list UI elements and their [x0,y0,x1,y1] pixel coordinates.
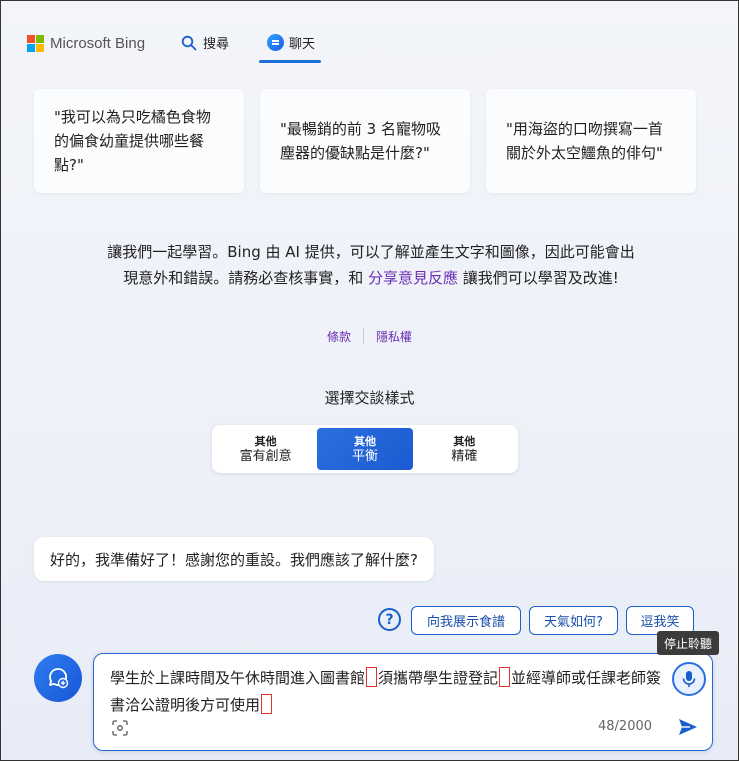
style-option-creative[interactable]: 其他 富有創意 [218,428,313,470]
style-option-small-label: 其他 [353,435,376,448]
style-option-label: 精確 [451,449,478,464]
character-counter: 48/2000 [598,719,653,734]
tab-search[interactable]: 搜尋 [181,33,229,52]
suggestion-text: "我可以為只吃橘色食物的偏食幼童提供哪些餐點?" [54,108,211,174]
input-text-segment: 學生於上課時間及午休時間進入圖書館 [110,669,366,687]
terms-link[interactable]: 條款 [315,328,363,345]
chat-input-text[interactable]: 學生於上課時間及午休時間進入圖書館 須攜帶學生證登記 並經導師或任課老師簽書洽公證明… [110,665,670,719]
brand-name: Microsoft Bing [50,35,146,52]
annotation-mark [366,667,378,687]
conversation-style-selector: 其他 富有創意 其他 平衡 其他 精確 [212,425,518,473]
style-option-small-label: 其他 [254,435,277,448]
quick-reply-button[interactable]: 向我展示食譜 [411,606,521,635]
legal-links: 條款 隱私權 [1,328,738,345]
suggestion-text: "用海盜的口吻撰寫一首關於外太空鱷魚的俳句" [506,120,663,162]
style-option-label: 富有創意 [239,449,292,464]
annotation-mark [261,694,273,714]
active-tab-indicator [259,60,321,63]
style-option-balanced[interactable]: 其他 平衡 [317,428,413,470]
style-selector-title: 選擇交談樣式 [324,389,415,407]
quick-reply-button[interactable]: 天氣如何? [529,606,618,635]
suggestion-card[interactable]: "我可以為只吃橘色食物的偏食幼童提供哪些餐點?" [34,89,244,193]
disclaimer-part: 讓我們可以學習及改進! [458,269,619,287]
chat-input[interactable]: 學生於上課時間及午休時間進入圖書館 須攜帶學生證登記 並經導師或任課老師簽書洽公證明… [93,653,713,751]
feedback-link[interactable]: 分享意見反應 [368,269,458,287]
bing-logo[interactable]: Microsoft Bing [27,35,145,52]
suggestion-card[interactable]: "用海盜的口吻撰寫一首關於外太空鱷魚的俳句" [486,89,696,193]
style-option-precise[interactable]: 其他 精確 [417,428,512,470]
help-icon[interactable]: ? [378,608,401,631]
send-icon[interactable] [678,718,698,736]
new-topic-icon [49,668,69,689]
header: Microsoft Bing 搜尋 聊天 [1,1,738,65]
bing-chat-window: Microsoft Bing 搜尋 聊天 "我可以為只吃橘色食物的偏食幼童提供哪… [0,0,739,761]
style-option-small-label: 其他 [453,435,476,448]
style-option-label: 平衡 [351,449,378,464]
suggestion-card[interactable]: "最暢銷的前 3 名寵物吸塵器的優缺點是什麼?" [260,89,470,193]
chat-icon [267,34,284,51]
privacy-link[interactable]: 隱私權 [364,328,424,345]
bot-message: 好的，我準備好了！感謝您的重設。我們應該了解什麼? [34,537,434,581]
search-icon [181,35,197,50]
image-scan-icon[interactable] [112,720,128,736]
stop-listening-tooltip: 停止聆聽 [657,631,719,655]
tab-search-label: 搜尋 [203,37,230,52]
new-topic-button[interactable] [34,654,82,702]
microsoft-logo-icon [27,35,44,52]
microphone-icon [682,671,696,687]
microphone-button[interactable] [672,662,706,696]
suggestion-text: "最暢銷的前 3 名寵物吸塵器的優缺點是什麼?" [280,120,441,162]
tab-chat[interactable]: 聊天 [267,33,315,52]
annotation-mark [499,667,511,687]
input-text-segment: 須攜帶學生證登記 [378,669,499,687]
disclaimer-text: 讓我們一起學習。Bing 由 AI 提供，可以了解並產生文字和圖像，因此可能會出… [101,239,641,291]
tab-chat-label: 聊天 [289,37,316,52]
